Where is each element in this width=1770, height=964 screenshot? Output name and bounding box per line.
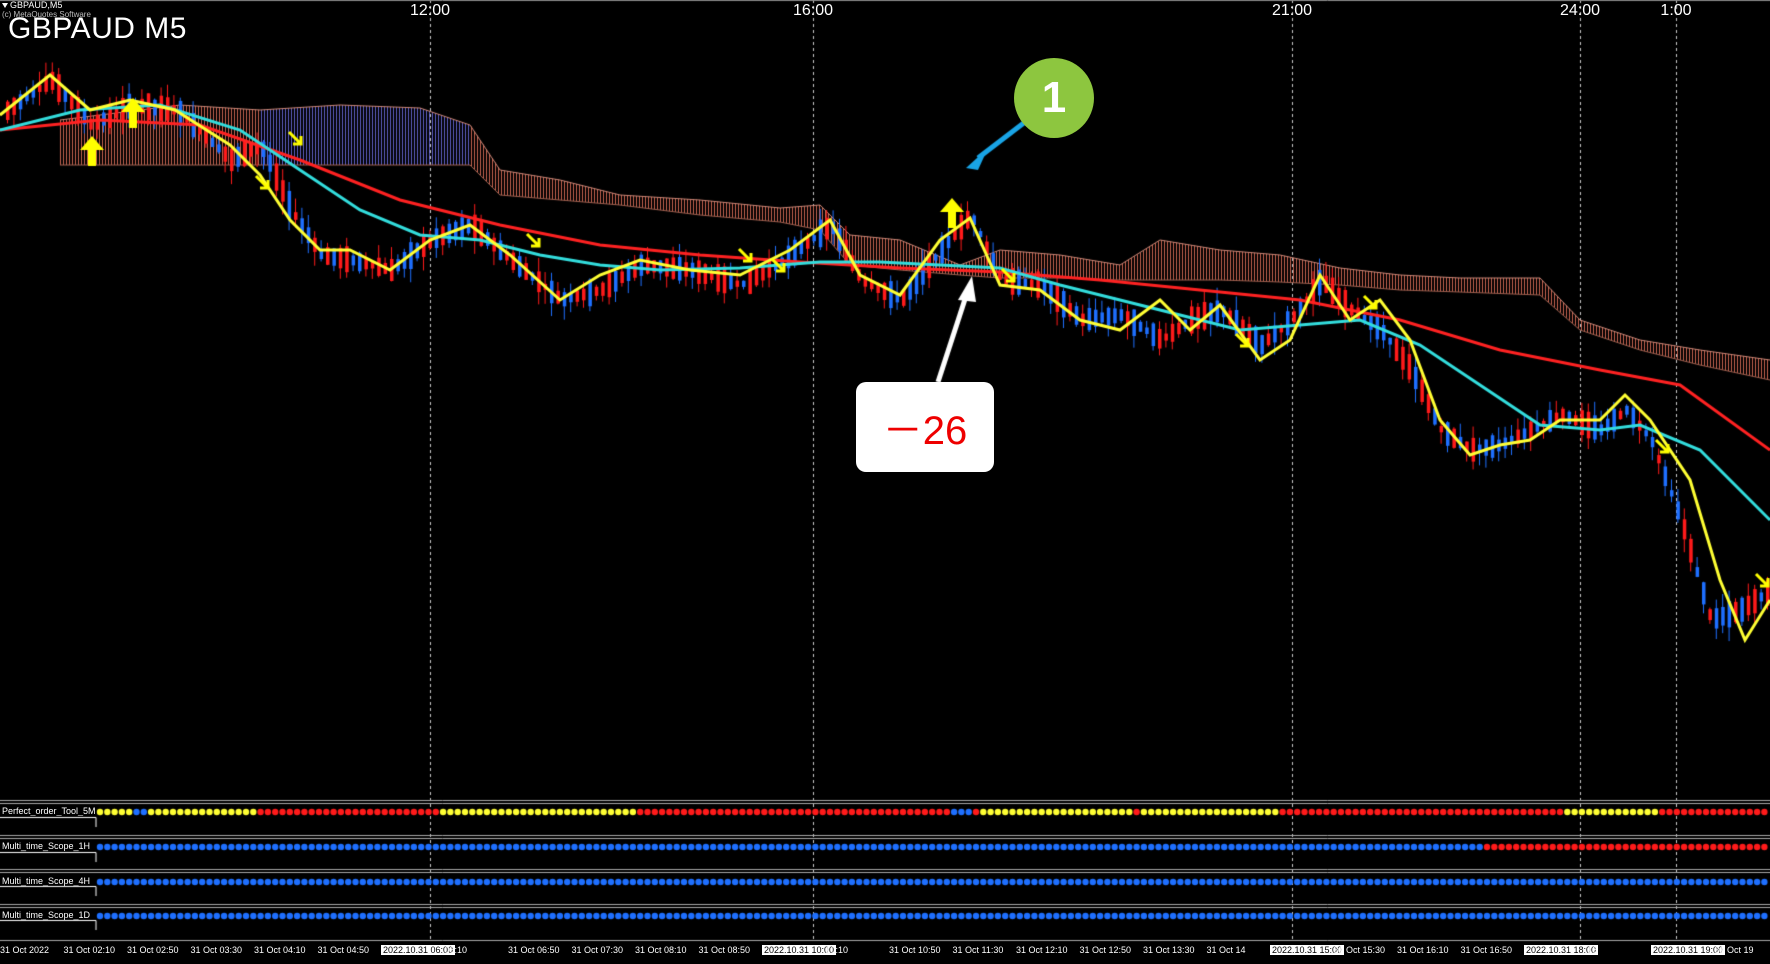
top-time-label: 12:00 bbox=[409, 2, 451, 19]
bottom-time-label: 06:10 bbox=[444, 945, 468, 955]
result-callout: －26 bbox=[856, 382, 994, 472]
price-chart-canvas[interactable] bbox=[0, 0, 1770, 964]
symbol-small-text: GBPAUD,M5 bbox=[10, 0, 63, 10]
chart-symbol-title: GBPAUD M5 bbox=[8, 12, 187, 45]
bottom-time-label: 31 Oct 14 bbox=[1206, 945, 1246, 955]
indicator-label-mts-1h: Multi_time_Scope_1H bbox=[2, 841, 91, 851]
top-time-label: 1:00 bbox=[1660, 2, 1692, 19]
indicator-label-mts-4h: Multi_time_Scope_4H bbox=[2, 876, 91, 886]
dropdown-triangle-icon[interactable] bbox=[2, 3, 8, 9]
entry-number-badge: 1 bbox=[1014, 58, 1094, 138]
symbol-small-title: GBPAUD,M5 bbox=[2, 0, 62, 10]
bottom-time-label: 31 Oct 02:10 bbox=[63, 945, 116, 955]
bottom-time-label: 31 Oct 12:10 bbox=[1016, 945, 1068, 955]
bottom-time-label: 31 Oct 03:30 bbox=[190, 945, 243, 955]
bottom-time-label: 31 Oct 04:10 bbox=[254, 945, 306, 955]
bottom-time-label: 31 Oct 07:30 bbox=[571, 945, 624, 955]
bottom-time-label: 31 Oct 11:30 bbox=[952, 945, 1004, 955]
bottom-time-label: 31 Oct 10:50 bbox=[889, 945, 941, 955]
bottom-time-label: 31 Oct 13:30 bbox=[1143, 945, 1195, 955]
bottom-time-label: 31 Oct 15:30 bbox=[1333, 945, 1386, 955]
bottom-time-label: 31 Oct 12:50 bbox=[1079, 945, 1132, 955]
bottom-time-label: 18 bbox=[1587, 945, 1598, 955]
top-time-label: 24:00 bbox=[1559, 2, 1601, 19]
top-time-label: 21:00 bbox=[1271, 2, 1313, 19]
bottom-time-label: 31 Oct 2022 bbox=[0, 945, 50, 955]
bottom-time-label: 31 Oct 16:50 bbox=[1460, 945, 1513, 955]
bottom-time-label: 31 Oct 19 bbox=[1714, 945, 1754, 955]
indicator-label-perfect-order: Perfect_order_Tool_5M bbox=[2, 806, 96, 816]
bottom-time-label: 31 Oct 04:50 bbox=[317, 945, 370, 955]
bottom-time-label: 31 Oct 08:50 bbox=[698, 945, 751, 955]
bottom-time-label: 31 Oct 08:10 bbox=[635, 945, 687, 955]
bottom-time-label: 31 Oct 06:50 bbox=[508, 945, 560, 955]
bottom-time-label: 31 Oct 16:10 bbox=[1397, 945, 1449, 955]
bottom-time-label: 31 Oct 02:50 bbox=[127, 945, 179, 955]
indicator-label-mts-1d: Multi_time_Scope_1D bbox=[2, 910, 91, 920]
top-time-label: 16:00 bbox=[792, 2, 834, 19]
bottom-time-label: 10:10 bbox=[825, 945, 849, 955]
